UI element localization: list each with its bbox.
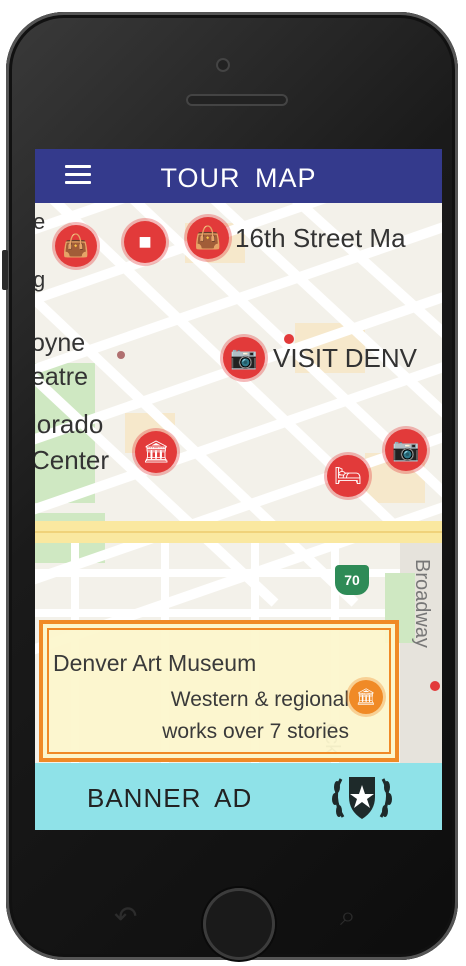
side-button [2, 250, 8, 290]
map-view[interactable]: e g 👜 ■ 👜 16th Street Ma oyne eatre 📷 VI… [35, 203, 442, 763]
top-app-bar: TOUR MAP [35, 149, 442, 203]
place-info-card[interactable]: Denver Art Museum Western & regional wor… [39, 620, 399, 762]
map-label-center: lorado [35, 409, 104, 439]
place-description-line: works over 7 stories [162, 720, 349, 743]
map-pin-visit-denver[interactable]: 📷 [223, 337, 265, 379]
place-description: Western & regional works over 7 stories [79, 684, 349, 748]
earpiece-speaker [186, 94, 288, 106]
map-label-theatre: oyne [35, 329, 86, 357]
search-icon[interactable]: ⌕ [340, 900, 356, 933]
museum-icon: 🏛 [355, 689, 377, 706]
place-title: Denver Art Museum [53, 650, 257, 676]
shield-laurel-icon [332, 777, 392, 819]
place-description-line: Western & regional [170, 688, 349, 711]
bed-icon: 🛏 [334, 463, 362, 488]
camera-icon: 📷 [392, 437, 420, 462]
map-label-16th-street: 16th Street Ma [235, 223, 406, 253]
map-pin-camera[interactable]: 📷 [385, 429, 427, 471]
back-icon[interactable]: ↶ [114, 900, 137, 933]
map-label-fragment: g [35, 267, 46, 292]
map-pin-hotel[interactable]: 🛏 [327, 455, 369, 497]
map-pin-shopping[interactable]: 👜 [187, 217, 229, 259]
page-title: TOUR MAP [160, 163, 317, 193]
map-label-theatre: eatre [35, 363, 88, 391]
map-pin-shopping[interactable]: 👜 [55, 225, 97, 267]
highway-number: 70 [344, 572, 360, 588]
map-label-visit-denver: VISIT DENV [273, 343, 418, 373]
map-pin-landmark[interactable]: 🏛 [135, 431, 177, 473]
street-label-broadway: Broadway [411, 559, 433, 648]
map-label-fragment: e [35, 209, 46, 234]
banner-ad-label: BANNER AD [87, 783, 253, 813]
highway-shield: 70 [335, 565, 369, 595]
camera-icon: 📷 [230, 345, 258, 370]
landmark-icon: 🏛 [142, 439, 170, 464]
home-button[interactable] [203, 888, 275, 960]
banner-ad[interactable]: BANNER AD [35, 763, 442, 830]
map-pin-stop[interactable]: ■ [124, 221, 166, 263]
map-label-center: Center [35, 445, 110, 475]
shopping-bag-icon: 👜 [194, 225, 222, 250]
stop-icon: ■ [138, 229, 152, 254]
front-camera [216, 58, 230, 72]
museum-pin[interactable]: 🏛 [349, 680, 383, 714]
app-screen: TOUR MAP e g 👜 ■ 👜 16th Street Ma oyne e… [35, 149, 442, 830]
shopping-bag-icon: 👜 [62, 233, 90, 258]
